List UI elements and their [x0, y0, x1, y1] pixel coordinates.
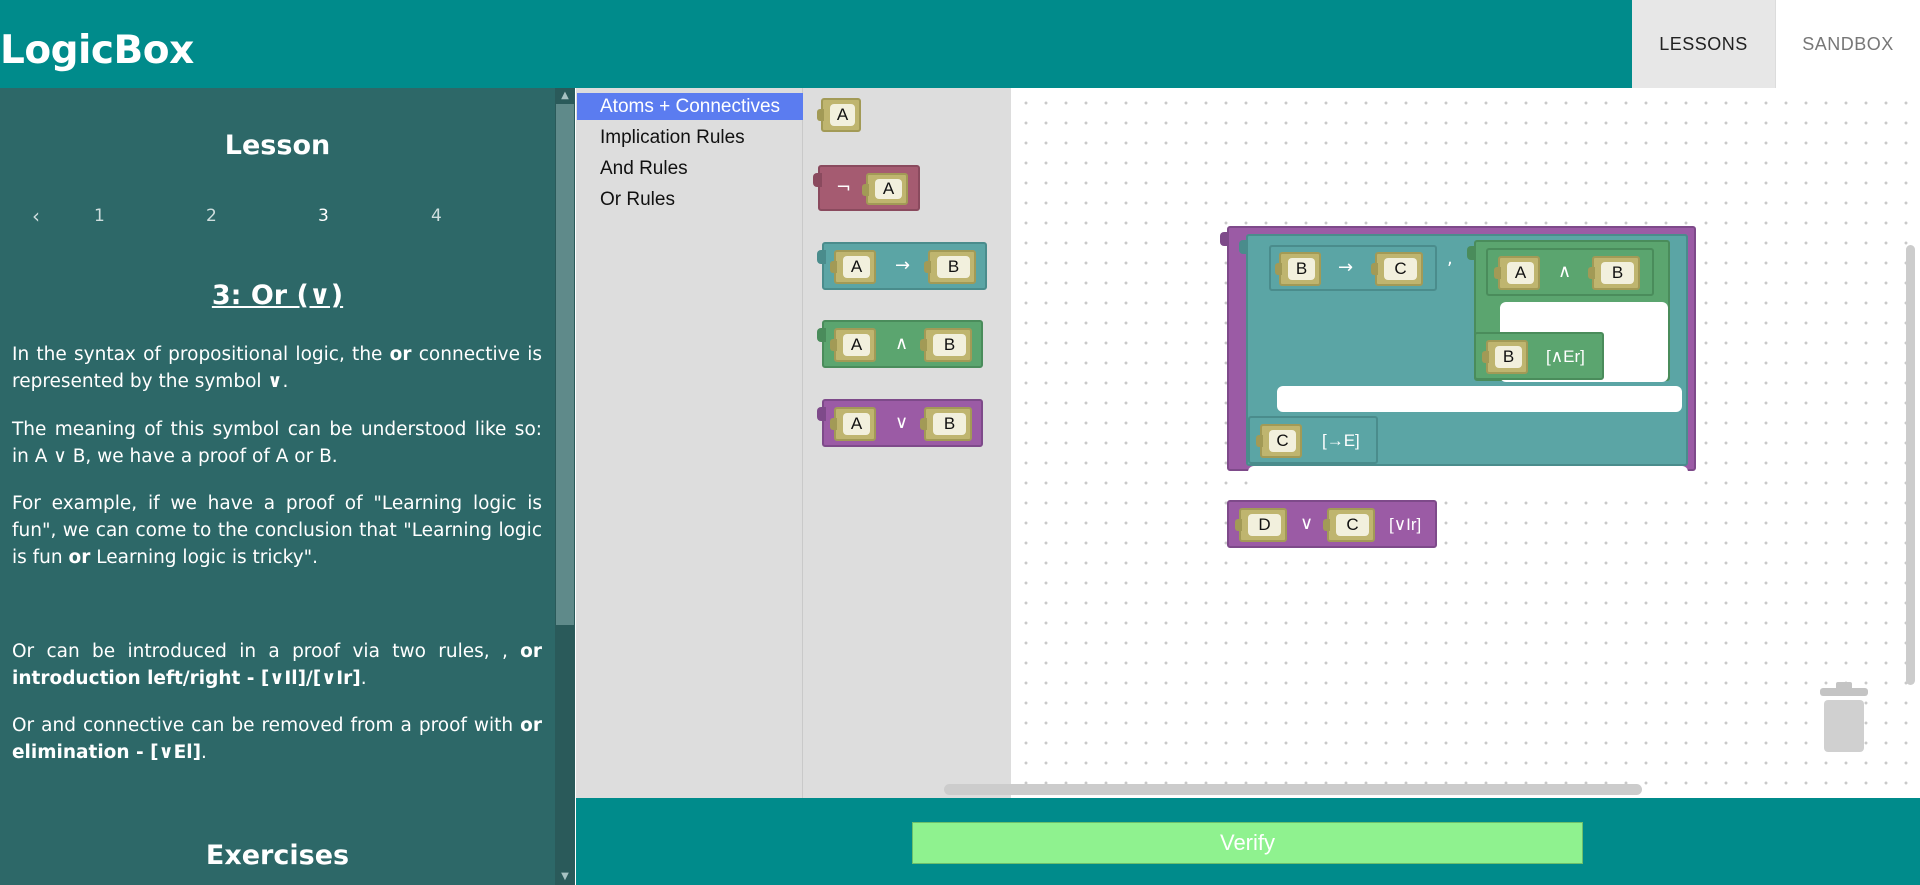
- toolbox-categories: Atoms + Connectives Implication Rules An…: [576, 88, 803, 798]
- workspace-horizontal-scrollbar[interactable]: [944, 784, 1642, 795]
- pager-page-1[interactable]: 1: [94, 206, 105, 226]
- scroll-up-icon[interactable]: ▲: [555, 88, 575, 104]
- implication-elim-result-block[interactable]: C [→E]: [1248, 416, 1378, 464]
- atom-block[interactable]: B: [1482, 340, 1528, 374]
- exercises-heading: Exercises: [205, 840, 350, 871]
- pager-page-3[interactable]: 3: [318, 206, 329, 226]
- verify-button[interactable]: Verify: [912, 822, 1583, 864]
- flyout-conjunction-block[interactable]: A ∧ B: [817, 320, 983, 368]
- category-implication-rules[interactable]: Implication Rules: [577, 124, 803, 151]
- lesson-heading: Lesson: [224, 130, 331, 161]
- flyout-implication-block[interactable]: A → B: [817, 242, 987, 290]
- atom-block[interactable]: C: [1371, 252, 1423, 286]
- lesson-pager: ‹ 1 2 3 4: [0, 204, 555, 230]
- implication-block[interactable]: B → C: [1269, 245, 1437, 291]
- previous-lesson-icon[interactable]: ‹: [32, 204, 40, 228]
- trash-icon[interactable]: [1818, 682, 1870, 754]
- lesson-scrollbar-thumb[interactable]: [556, 104, 574, 625]
- lesson-panel: Lesson ‹ 1 2 3 4 3: Or (∨) In the syntax…: [0, 88, 555, 885]
- flyout-disjunction-block[interactable]: A ∨ B: [817, 399, 983, 447]
- flyout-negation-operand[interactable]: A: [862, 173, 908, 205]
- lesson-paragraph: In the syntax of propositional logic, th…: [12, 344, 542, 392]
- lesson-paragraph: For example, if we have a proof of "Lear…: [12, 493, 542, 568]
- or-intro-right-block[interactable]: D ∨ C [∨Ir]: [1227, 500, 1437, 548]
- workspace-vertical-scrollbar[interactable]: [1906, 245, 1915, 685]
- tab-lessons[interactable]: LESSONS: [1632, 0, 1775, 88]
- app-logo: LogicBox: [0, 28, 194, 73]
- atom-block[interactable]: A: [1494, 256, 1540, 290]
- flyout-negation-block[interactable]: ¬ A: [813, 165, 920, 211]
- atom-block[interactable]: B: [1588, 256, 1640, 290]
- atom-block[interactable]: C: [1256, 424, 1302, 458]
- lesson-paragraph: Or can be introduced in a proof via two …: [12, 641, 542, 689]
- atom-block[interactable]: C: [1323, 508, 1375, 542]
- category-atoms-connectives[interactable]: Atoms + Connectives: [577, 93, 803, 120]
- pager-page-4[interactable]: 4: [431, 206, 442, 226]
- lesson-scrollbar[interactable]: ▲ ▼: [555, 88, 575, 885]
- category-or-rules[interactable]: Or Rules: [577, 186, 803, 213]
- statement-slot: [1277, 386, 1682, 412]
- and-elim-right-block[interactable]: B [∧Er]: [1474, 332, 1604, 380]
- lesson-paragraph: Or and connective can be removed from a …: [12, 715, 542, 763]
- pager-page-2[interactable]: 2: [206, 206, 217, 226]
- lesson-title: 3: Or (∨): [211, 280, 344, 311]
- scroll-down-icon[interactable]: ▼: [555, 869, 575, 885]
- lesson-paragraph: The meaning of this symbol can be unders…: [12, 419, 542, 467]
- category-and-rules[interactable]: And Rules: [577, 155, 803, 182]
- atom-block[interactable]: D: [1235, 508, 1287, 542]
- flyout-atom-block[interactable]: A: [817, 98, 861, 132]
- conjunction-block[interactable]: A ∧ B: [1486, 248, 1654, 296]
- statement-slot: [1248, 466, 1688, 496]
- atom-block[interactable]: B: [1275, 252, 1321, 286]
- tab-sandbox[interactable]: SANDBOX: [1775, 0, 1920, 88]
- comma-separator: ,: [1447, 248, 1453, 269]
